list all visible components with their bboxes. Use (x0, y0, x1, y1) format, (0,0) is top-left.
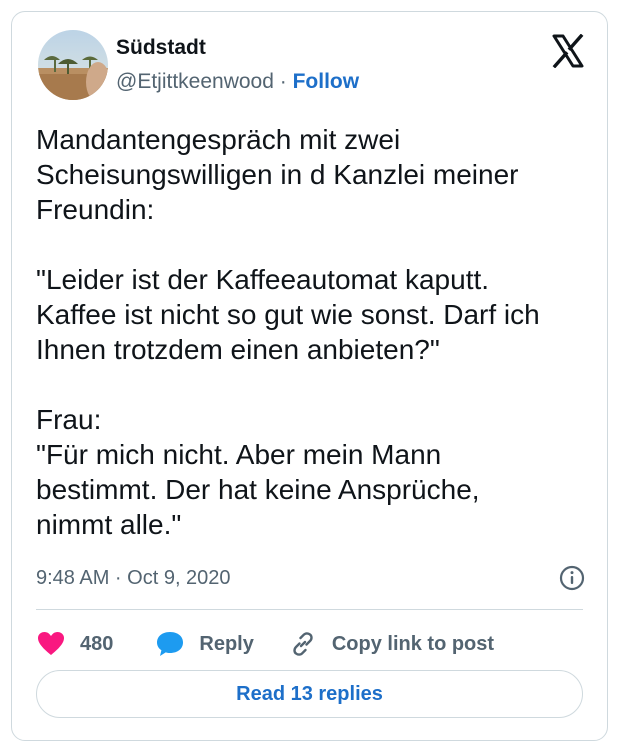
x-logo-icon[interactable] (551, 33, 585, 69)
reply-button[interactable]: Reply (155, 629, 254, 659)
copy-link-button[interactable]: Copy link to post (288, 629, 494, 659)
timestamp[interactable]: 9:48 AM · Oct 9, 2020 (36, 567, 231, 590)
tweet-line: Mandantengespräch mit zwei (36, 124, 401, 155)
tweet-line: "Für mich nicht. Aber mein Mann (36, 439, 442, 470)
tweet-line: nimmt alle." (36, 509, 182, 540)
avatar[interactable] (38, 30, 108, 100)
like-count: 480 (80, 632, 114, 655)
tweet-line: Frau: (36, 404, 102, 435)
follow-button[interactable]: Follow (293, 70, 360, 93)
user-handle[interactable]: @Etjittkeenwood (116, 70, 274, 93)
tweet-line: Scheisungswilligen in d Kanzlei meiner (36, 159, 519, 190)
separator-dot: · (279, 70, 287, 93)
info-icon[interactable] (559, 565, 585, 591)
tweet-line: "Leider ist der Kaffeeautomat kaputt. (36, 264, 490, 295)
display-name[interactable]: Südstadt (116, 36, 206, 60)
tweet-line: Freundin: (36, 194, 155, 225)
read-replies-button[interactable]: Read 13 replies (36, 670, 583, 718)
tweet-line: bestimmt. Der hat keine Ansprüche, (36, 474, 480, 505)
tweet-card: Südstadt @Etjittkeenwood · Follow Mandan… (11, 11, 608, 741)
action-bar: 480 Reply Copy link to post (36, 626, 494, 662)
tweet-text: Mandantengespräch mit zwei Scheisungswil… (36, 122, 596, 542)
speech-bubble-icon (155, 629, 185, 659)
link-icon (288, 629, 318, 659)
divider (36, 609, 583, 610)
tweet-line: Kaffee ist nicht so gut wie sonst. Darf … (36, 299, 540, 330)
tweet-line: Ihnen trotzdem einen anbieten?" (36, 334, 440, 365)
copy-link-label: Copy link to post (331, 632, 495, 655)
reply-label: Reply (199, 632, 254, 655)
heart-icon (36, 629, 66, 659)
like-button[interactable]: 480 (36, 629, 113, 659)
handle-row: @Etjittkeenwood · Follow (116, 70, 359, 94)
